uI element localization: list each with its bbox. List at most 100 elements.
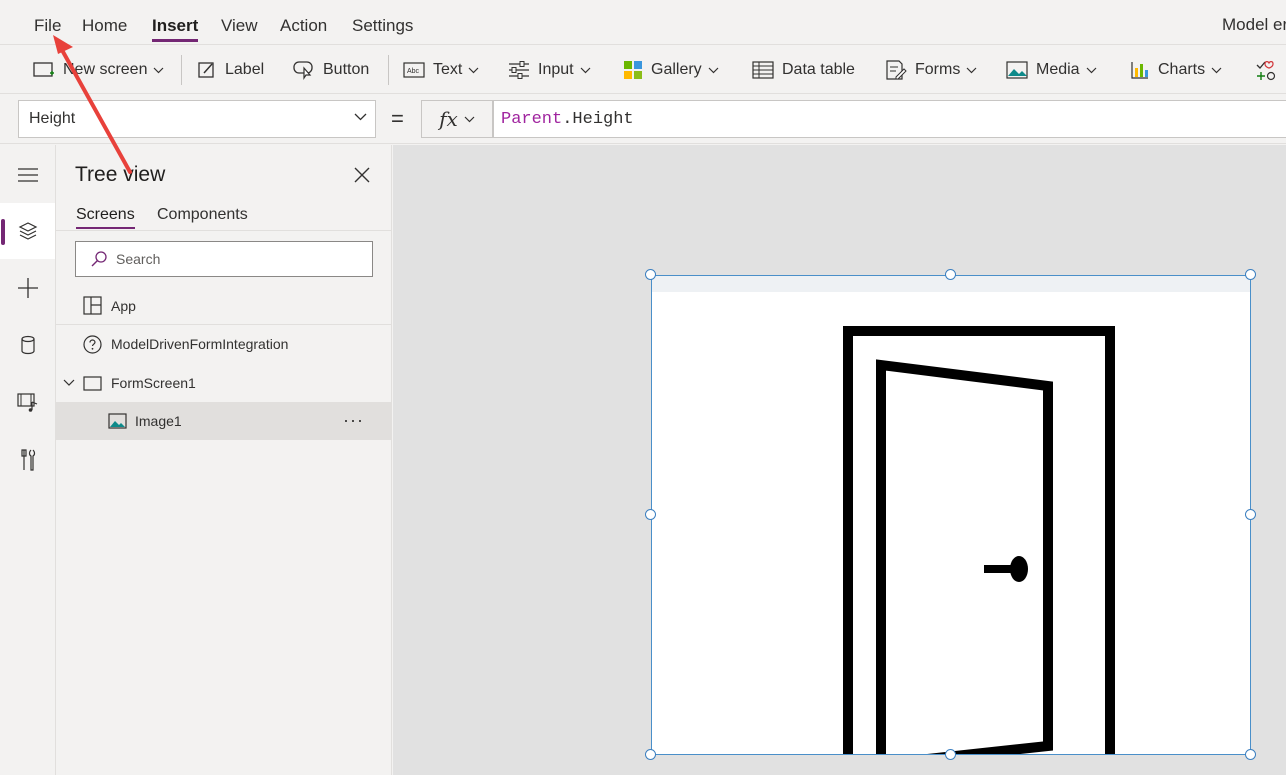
database-icon — [20, 335, 35, 355]
charts-button[interactable]: Charts — [1130, 57, 1230, 83]
tab-screens[interactable]: Screens — [76, 206, 135, 229]
tree-node-label: ModelDrivenFormIntegration — [111, 336, 289, 352]
icons-icon — [1256, 61, 1276, 81]
image1-control[interactable] — [651, 275, 1251, 755]
media-label: Media — [1036, 61, 1080, 78]
text-label: Text — [433, 61, 463, 78]
search-icon — [91, 251, 107, 267]
question-icon — [83, 334, 102, 354]
icons-button[interactable] — [1255, 57, 1285, 83]
gallery-icon — [624, 61, 642, 79]
formula-keyword: Parent — [501, 109, 563, 129]
chevron-down-icon — [154, 67, 164, 73]
text-icon: Abc — [403, 62, 425, 78]
tree-node-label: Image1 — [135, 413, 182, 429]
media-pane-icon — [16, 393, 37, 412]
more-options-button[interactable]: ··· — [343, 410, 364, 431]
tree-view-title: Tree view — [75, 163, 166, 186]
chevron-down-icon — [464, 116, 475, 122]
tree-view-button[interactable] — [0, 203, 55, 259]
search-input[interactable]: Search — [75, 241, 373, 277]
media-pane-button[interactable] — [0, 374, 55, 430]
resize-handle[interactable] — [1245, 269, 1256, 280]
tree-node-modeldrivenformintegration[interactable]: ModelDrivenFormIntegration — [56, 325, 392, 363]
menu-view[interactable]: View — [221, 16, 258, 36]
tree-node-image1[interactable]: Image1 ··· — [56, 402, 392, 440]
insert-ribbon: New screen Label Button Abc Text Input G… — [0, 44, 1286, 94]
tab-components[interactable]: Components — [157, 206, 248, 224]
ribbon-divider — [181, 55, 182, 85]
resize-handle[interactable] — [945, 749, 956, 760]
label-button[interactable]: Label — [197, 57, 264, 83]
left-rail — [0, 145, 56, 775]
media-image-icon — [1006, 61, 1028, 79]
text-button[interactable]: Abc Text — [403, 57, 487, 83]
input-button[interactable]: Input — [508, 57, 599, 83]
media-button[interactable]: Media — [1006, 57, 1105, 83]
equals-sign: = — [391, 106, 404, 131]
tools-icon — [20, 449, 35, 471]
data-button[interactable] — [0, 317, 55, 373]
button-icon — [293, 61, 313, 80]
chevron-down-icon — [580, 67, 591, 73]
data-table-icon — [752, 61, 774, 79]
resize-handle[interactable] — [645, 509, 656, 520]
charts-label: Charts — [1158, 61, 1206, 78]
gallery-label: Gallery — [651, 61, 702, 78]
resize-handle[interactable] — [945, 269, 956, 280]
insert-button[interactable] — [0, 260, 55, 316]
formula-rest: .Height — [562, 109, 634, 129]
app-canvas — [393, 145, 1286, 775]
new-screen-icon — [33, 62, 54, 77]
chevron-down-icon — [354, 113, 367, 121]
plus-icon — [17, 278, 38, 298]
menu-insert[interactable]: Insert — [152, 16, 199, 42]
formula-input[interactable]: Parent .Height — [493, 100, 1286, 138]
menu-bar: File Home Insert View Action Settings Mo… — [0, 0, 1286, 44]
chevron-down-icon[interactable] — [63, 379, 75, 387]
forms-label: Forms — [915, 61, 961, 78]
label-label: Label — [225, 61, 265, 78]
hamburger-button[interactable] — [0, 147, 55, 203]
menu-file[interactable]: File — [34, 16, 61, 36]
menu-settings[interactable]: Settings — [352, 16, 413, 36]
chevron-down-icon — [708, 67, 719, 73]
tabs-divider — [56, 230, 392, 231]
tree-node-label: FormScreen1 — [111, 375, 196, 391]
menu-home[interactable]: Home — [82, 16, 127, 36]
door-icon — [843, 326, 1115, 754]
button-label: Button — [323, 61, 370, 78]
input-label: Input — [538, 61, 574, 78]
menu-action[interactable]: Action — [280, 16, 327, 36]
layers-icon — [18, 222, 37, 240]
resize-handle[interactable] — [645, 749, 656, 760]
property-value: Height — [29, 110, 76, 127]
resize-handle[interactable] — [1245, 749, 1256, 760]
svg-text:Abc: Abc — [407, 68, 420, 75]
data-table-button[interactable]: Data table — [752, 57, 855, 83]
tree-node-formscreen1[interactable]: FormScreen1 — [56, 364, 392, 402]
ribbon-divider — [388, 55, 389, 85]
fx-button[interactable]: fx — [421, 100, 493, 138]
button-button[interactable]: Button — [293, 57, 369, 83]
label-icon — [198, 62, 214, 78]
tools-button[interactable] — [0, 432, 55, 488]
charts-icon — [1131, 62, 1148, 79]
screen-icon — [83, 375, 102, 391]
close-icon[interactable] — [352, 165, 372, 185]
fx-icon: fx — [439, 107, 458, 131]
gallery-button[interactable]: Gallery — [623, 57, 727, 83]
app-title: Model er — [1222, 15, 1286, 34]
chevron-down-icon — [468, 67, 479, 73]
forms-button[interactable]: Forms — [885, 57, 985, 83]
new-screen-button[interactable]: New screen — [33, 57, 172, 83]
tree-view-pane: Tree view Screens Components Search App … — [56, 145, 392, 775]
forms-icon — [886, 60, 907, 80]
image-icon — [108, 413, 127, 429]
tree-node-app[interactable]: App — [56, 287, 392, 325]
resize-handle[interactable] — [645, 269, 656, 280]
property-dropdown[interactable]: Height — [18, 100, 376, 138]
resize-handle[interactable] — [1245, 509, 1256, 520]
search-placeholder: Search — [116, 251, 161, 267]
chevron-down-icon — [1086, 67, 1097, 73]
